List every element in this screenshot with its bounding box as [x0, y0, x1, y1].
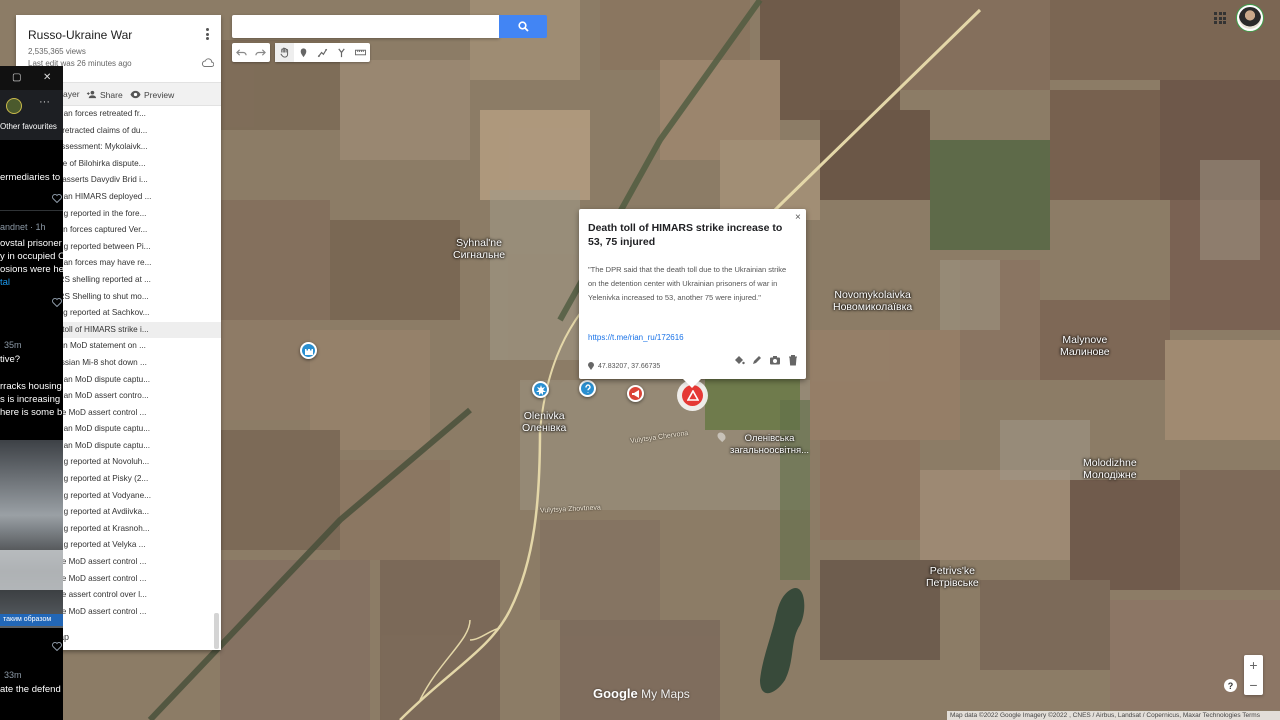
floating-window-titlebar: ▢ ✕: [0, 66, 63, 90]
post-text: tive?: [0, 354, 21, 365]
popup-title: Death toll of HIMARS strike increase to …: [588, 222, 783, 248]
google-my-maps-logo: Google My Maps: [593, 686, 690, 701]
video-frame-shape: [0, 550, 63, 590]
share-button[interactable]: Share: [86, 89, 123, 100]
directions-icon: [338, 48, 345, 58]
measure-button[interactable]: [351, 43, 370, 62]
legend-scrollbar[interactable]: [214, 613, 219, 649]
camera-icon[interactable]: [769, 354, 781, 366]
post-text: here is some b: [0, 407, 63, 418]
more-dots-icon[interactable]: ···: [39, 96, 50, 108]
add-person-icon: [86, 90, 97, 99]
preview-button[interactable]: Preview: [130, 89, 174, 100]
post-meta: 35m: [4, 340, 22, 350]
google-wordmark: Google: [593, 686, 638, 701]
close-window-icon[interactable]: ✕: [43, 72, 51, 83]
my-maps-wordmark: My Maps: [637, 687, 690, 701]
draw-line-button[interactable]: [313, 43, 332, 62]
redo-icon: [255, 49, 266, 56]
search-button[interactable]: [499, 15, 547, 38]
video-caption: таким образом: [0, 614, 63, 626]
post-text: ermediaries to: [0, 172, 61, 183]
zoom-control: + −: [1244, 655, 1263, 695]
map-views-count: 2,535,365 views: [28, 47, 86, 56]
map-marker-question[interactable]: [579, 380, 596, 397]
map-toolbar: [232, 43, 375, 62]
apps-grid-icon[interactable]: [1214, 12, 1226, 24]
like-heart-icon[interactable]: [52, 194, 62, 203]
other-favourites-link[interactable]: Other favourites: [0, 122, 57, 131]
place-label-malynove: Malynove Малинове: [1060, 334, 1110, 358]
popup-coordinates: 47.83207, 37.66735: [588, 362, 660, 370]
magnifier-icon: [517, 21, 529, 32]
place-label-olenivka: Olenivka Оленівка: [522, 410, 567, 434]
pan-tool-button[interactable]: [275, 43, 294, 62]
post-meta: andnet · 1h: [0, 222, 46, 232]
post-text: osions were he: [0, 264, 63, 275]
popup-description: "The DPR said that the death toll due to…: [588, 265, 787, 302]
feature-info-popup: × Death toll of HIMARS strike increase t…: [579, 209, 806, 388]
map-attribution[interactable]: Map data ©2022 Google Imagery ©2022 , CN…: [947, 711, 1280, 720]
map-title: Russo-Ukraine War: [28, 28, 133, 42]
share-label: Share: [100, 89, 123, 100]
zoom-out-button[interactable]: −: [1244, 675, 1263, 695]
place-label-petrivske: Petrivs'ke Петрівське: [926, 565, 979, 589]
marker-pin-icon: [300, 48, 307, 58]
post-meta: 33m: [4, 670, 22, 680]
ruler-icon: [355, 49, 366, 56]
post-text: s is increasing: [0, 394, 61, 405]
video-thumbnail[interactable]: таким образом: [0, 440, 63, 628]
post-link[interactable]: tal: [0, 277, 10, 288]
close-popup-icon[interactable]: ×: [795, 212, 801, 223]
eye-icon: [130, 90, 141, 99]
coords-value: 47.83207, 37.66735: [598, 362, 661, 370]
map-marker-explosion[interactable]: [532, 381, 549, 398]
zoom-in-button[interactable]: +: [1244, 655, 1263, 675]
draw-line-icon: [317, 48, 328, 58]
add-layer-button[interactable]: ayer: [63, 89, 80, 99]
undo-button[interactable]: [232, 43, 251, 62]
post-text: ate the defend: [0, 684, 61, 695]
question-icon: [584, 383, 591, 393]
post-text: rracks housing: [0, 381, 62, 392]
place-label-school: Оленівська загальноосвітня...: [730, 433, 810, 456]
location-pin-icon: [588, 362, 594, 370]
place-label-molodizhne: Molodizhne Молодіжне: [1083, 457, 1137, 481]
place-label-novomykolaivka: Novomykolaivka Новомиколаївка: [833, 289, 913, 313]
floating-feed-window: ▢ ✕ ··· Other favourites ermediaries to a…: [0, 66, 63, 720]
popup-source-link[interactable]: https://t.me/rian_ru/172616: [588, 333, 684, 342]
more-options-icon[interactable]: [202, 27, 212, 41]
explosion-icon: [535, 384, 546, 395]
add-marker-button[interactable]: [294, 43, 313, 62]
edit-pencil-icon[interactable]: [751, 354, 763, 366]
warning-triangle-icon: [686, 390, 699, 401]
like-heart-icon[interactable]: [52, 298, 62, 307]
post-text: ovstal prisoner: [0, 238, 62, 249]
redo-button[interactable]: [251, 43, 270, 62]
restore-window-icon[interactable]: ▢: [12, 72, 21, 83]
fort-icon: [304, 348, 313, 355]
cloud-saved-icon: [201, 58, 214, 67]
help-button[interactable]: ?: [1224, 679, 1237, 692]
popup-tools: [733, 354, 799, 366]
search-input[interactable]: [232, 15, 499, 38]
favourite-site-icon[interactable]: [6, 98, 22, 114]
map-marker-megaphone[interactable]: [627, 385, 644, 402]
add-layer-label: ayer: [63, 89, 80, 99]
megaphone-icon: [631, 389, 639, 398]
floating-window-tabs: ··· Other favourites: [0, 90, 63, 140]
directions-button[interactable]: [332, 43, 351, 62]
delete-trash-icon[interactable]: [787, 354, 799, 366]
paint-bucket-icon[interactable]: [733, 354, 745, 366]
post-text: y in occupied O: [0, 251, 63, 262]
post-divider: [0, 210, 63, 211]
undo-icon: [236, 49, 247, 56]
hand-icon: [280, 47, 289, 58]
preview-label: Preview: [144, 89, 175, 100]
user-avatar[interactable]: [1237, 5, 1263, 31]
place-label-syhnalne: Syhnal'ne Сигнальне: [453, 237, 506, 261]
like-heart-icon[interactable]: [52, 642, 62, 651]
map-marker-fort[interactable]: [300, 342, 317, 359]
